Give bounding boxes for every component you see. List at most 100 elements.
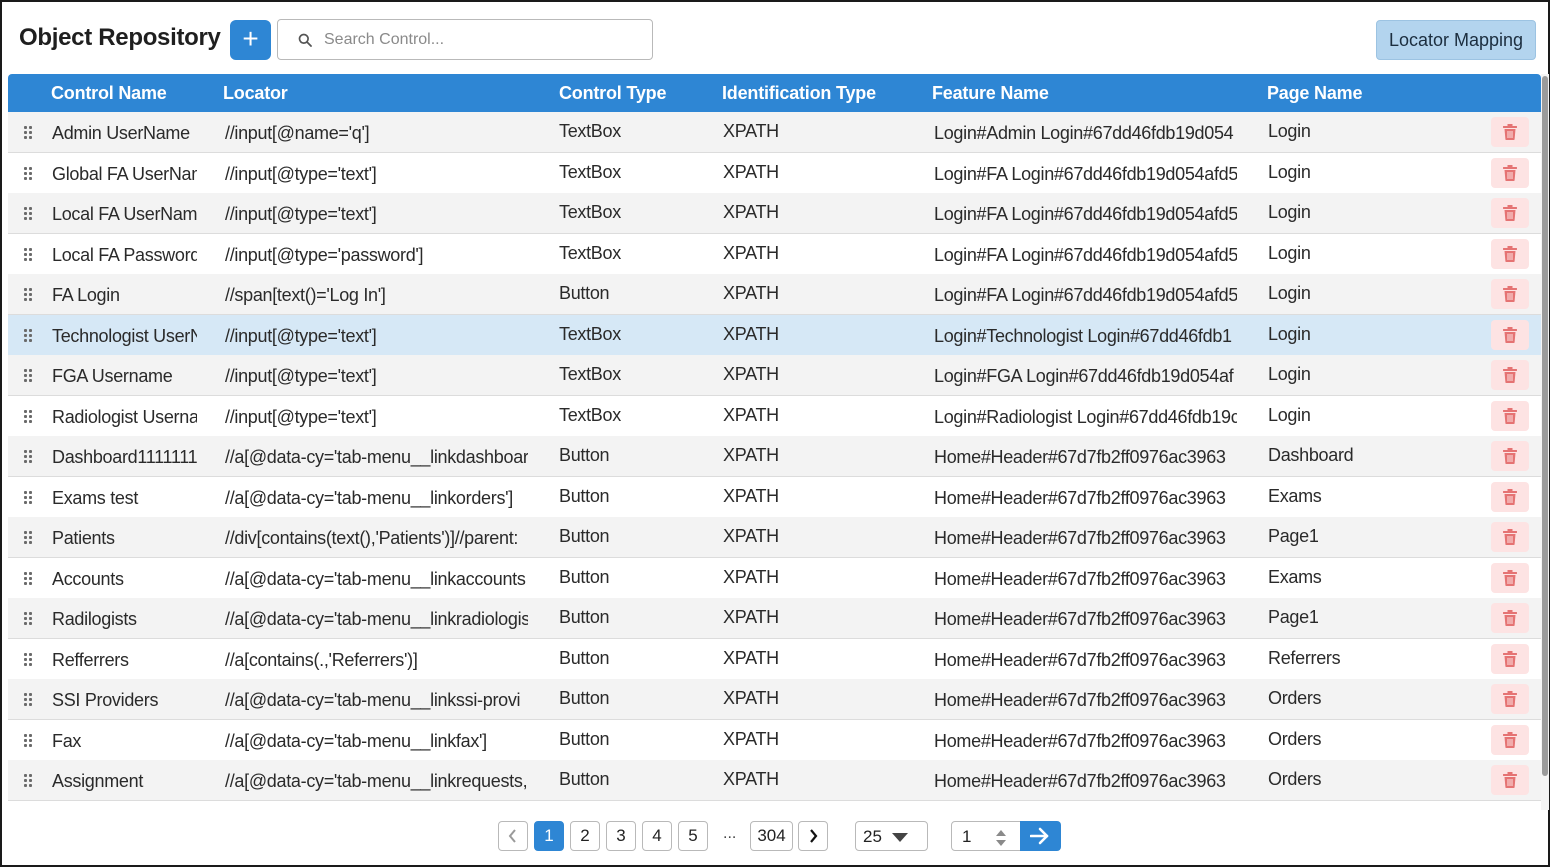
- goto-page-button[interactable]: [1020, 821, 1061, 851]
- column-header-locator[interactable]: Locator: [223, 83, 288, 104]
- page-button-last[interactable]: 304: [750, 821, 793, 851]
- drag-handle-icon[interactable]: [24, 491, 34, 505]
- stepper-icon[interactable]: [996, 830, 1006, 846]
- table-row[interactable]: Technologist UserN //input[@type='text'] T…: [8, 315, 1541, 356]
- delete-row-button[interactable]: [1491, 725, 1529, 755]
- page-size-select[interactable]: 25: [855, 821, 928, 851]
- controls-table: Control Name Locator Control Type Identi…: [8, 74, 1541, 810]
- cell-page-name: Login: [1268, 405, 1311, 425]
- next-page-button[interactable]: [798, 821, 828, 851]
- delete-row-button[interactable]: [1491, 644, 1529, 674]
- cell-control-name: Radiologist Userna: [52, 407, 197, 427]
- drag-handle-icon[interactable]: [24, 572, 34, 586]
- page-button-3[interactable]: 3: [606, 821, 636, 851]
- delete-row-button[interactable]: [1491, 360, 1529, 390]
- delete-row-button[interactable]: [1491, 320, 1529, 350]
- chevron-right-icon: [810, 829, 818, 843]
- drag-handle-icon[interactable]: [24, 774, 34, 788]
- drag-handle-icon[interactable]: [24, 734, 34, 748]
- cell-control-type: TextBox: [559, 162, 621, 182]
- trash-icon: [1503, 367, 1517, 383]
- goto-page-input[interactable]: 1: [951, 821, 1021, 851]
- table-row[interactable]: Admin UserName //input[@name='q'] TextBox X…: [8, 112, 1541, 153]
- cell-control-type: Button: [559, 648, 610, 668]
- cell-feature-name: Login#FGA Login#67dd46fdb19d054af: [934, 366, 1234, 386]
- table-row[interactable]: Local FA Password //input[@type='password…: [8, 234, 1541, 275]
- drag-handle-icon[interactable]: [24, 207, 34, 221]
- search-box[interactable]: [277, 19, 653, 60]
- table-row[interactable]: Radilogists //a[@data-cy='tab-menu__linkr…: [8, 598, 1541, 639]
- delete-row-button[interactable]: [1491, 482, 1529, 512]
- delete-row-button[interactable]: [1491, 117, 1529, 147]
- delete-row-button[interactable]: [1491, 563, 1529, 593]
- delete-row-button[interactable]: [1491, 279, 1529, 309]
- cell-locator: //a[@data-cy='tab-menu__linkradiologis: [225, 609, 528, 629]
- trash-icon: [1503, 610, 1517, 626]
- vertical-scrollbar-thumb[interactable]: [1542, 76, 1548, 776]
- table-row[interactable]: Patients //div[contains(text(),'Patients'…: [8, 517, 1541, 558]
- cell-identification-type: XPATH: [723, 486, 779, 506]
- cell-page-name: Login: [1268, 364, 1311, 384]
- cell-feature-name: Login#FA Login#67dd46fdb19d054afd5: [934, 204, 1237, 224]
- table-row[interactable]: FA Login //span[text()='Log In'] Button XPA…: [8, 274, 1541, 315]
- column-header-feature-name[interactable]: Feature Name: [932, 83, 1049, 104]
- cell-control-name: Refferrers: [52, 650, 129, 670]
- delete-row-button[interactable]: [1491, 198, 1529, 228]
- drag-handle-icon[interactable]: [24, 248, 34, 262]
- cell-identification-type: XPATH: [723, 243, 779, 263]
- column-header-control-type[interactable]: Control Type: [559, 83, 666, 104]
- drag-handle-icon[interactable]: [24, 531, 34, 545]
- delete-row-button[interactable]: [1491, 441, 1529, 471]
- table-row[interactable]: Radiologist Userna //input[@type='text'] T…: [8, 396, 1541, 437]
- cell-locator: //a[@data-cy='tab-menu__linkdashboar: [225, 447, 528, 467]
- trash-icon: [1503, 570, 1517, 586]
- cell-locator: //a[@data-cy='tab-menu__linkorders']: [225, 488, 513, 508]
- cell-page-name: Orders: [1268, 688, 1322, 708]
- drag-handle-icon[interactable]: [24, 450, 34, 464]
- cell-identification-type: XPATH: [723, 445, 779, 465]
- delete-row-button[interactable]: [1491, 684, 1529, 714]
- prev-page-button[interactable]: [498, 821, 528, 851]
- table-row[interactable]: Refferrers //a[contains(.,'Referrers')] Bu…: [8, 639, 1541, 680]
- delete-row-button[interactable]: [1491, 603, 1529, 633]
- delete-row-button[interactable]: [1491, 522, 1529, 552]
- table-row[interactable]: FGA Username //input[@type='text'] TextBox…: [8, 355, 1541, 396]
- drag-handle-icon[interactable]: [24, 167, 34, 181]
- drag-handle-icon[interactable]: [24, 653, 34, 667]
- drag-handle-icon[interactable]: [24, 410, 34, 424]
- search-input[interactable]: [324, 28, 634, 52]
- cell-identification-type: XPATH: [723, 121, 779, 141]
- locator-mapping-button[interactable]: Locator Mapping: [1376, 20, 1536, 60]
- cell-control-type: Button: [559, 445, 610, 465]
- trash-icon: [1503, 529, 1517, 545]
- table-row[interactable]: Assignment //a[@data-cy='tab-menu__linkre…: [8, 760, 1541, 801]
- table-row[interactable]: Local FA UserName //input[@type='text'] Te…: [8, 193, 1541, 234]
- drag-handle-icon[interactable]: [24, 126, 34, 140]
- delete-row-button[interactable]: [1491, 239, 1529, 269]
- column-header-control-name[interactable]: Control Name: [51, 83, 167, 104]
- page-button-4[interactable]: 4: [642, 821, 672, 851]
- page-button-5[interactable]: 5: [678, 821, 708, 851]
- drag-handle-icon[interactable]: [24, 369, 34, 383]
- table-row[interactable]: Fax //a[@data-cy='tab-menu__linkfax'] Butt…: [8, 720, 1541, 761]
- page-button-2[interactable]: 2: [570, 821, 600, 851]
- table-row[interactable]: Exams test //a[@data-cy='tab-menu__linkor…: [8, 477, 1541, 518]
- page-button-1[interactable]: 1: [534, 821, 564, 851]
- column-header-page-name[interactable]: Page Name: [1267, 83, 1362, 104]
- table-row[interactable]: Dashboard11111111 //a[@data-cy='tab-menu_…: [8, 436, 1541, 477]
- table-row[interactable]: Global FA UserNam //input[@type='text'] Te…: [8, 153, 1541, 194]
- cell-identification-type: XPATH: [723, 729, 779, 749]
- drag-handle-icon[interactable]: [24, 612, 34, 626]
- table-row[interactable]: Accounts //a[@data-cy='tab-menu__linkacco…: [8, 558, 1541, 599]
- drag-handle-icon[interactable]: [24, 693, 34, 707]
- cell-page-name: Orders: [1268, 729, 1322, 749]
- delete-row-button[interactable]: [1491, 765, 1529, 795]
- column-header-identification-type[interactable]: Identification Type: [722, 83, 876, 104]
- cell-control-type: Button: [559, 688, 610, 708]
- drag-handle-icon[interactable]: [24, 329, 34, 343]
- delete-row-button[interactable]: [1491, 401, 1529, 431]
- delete-row-button[interactable]: [1491, 158, 1529, 188]
- add-control-button[interactable]: +: [230, 20, 271, 60]
- table-row[interactable]: SSI Providers //a[@data-cy='tab-menu__lin…: [8, 679, 1541, 720]
- drag-handle-icon[interactable]: [24, 288, 34, 302]
